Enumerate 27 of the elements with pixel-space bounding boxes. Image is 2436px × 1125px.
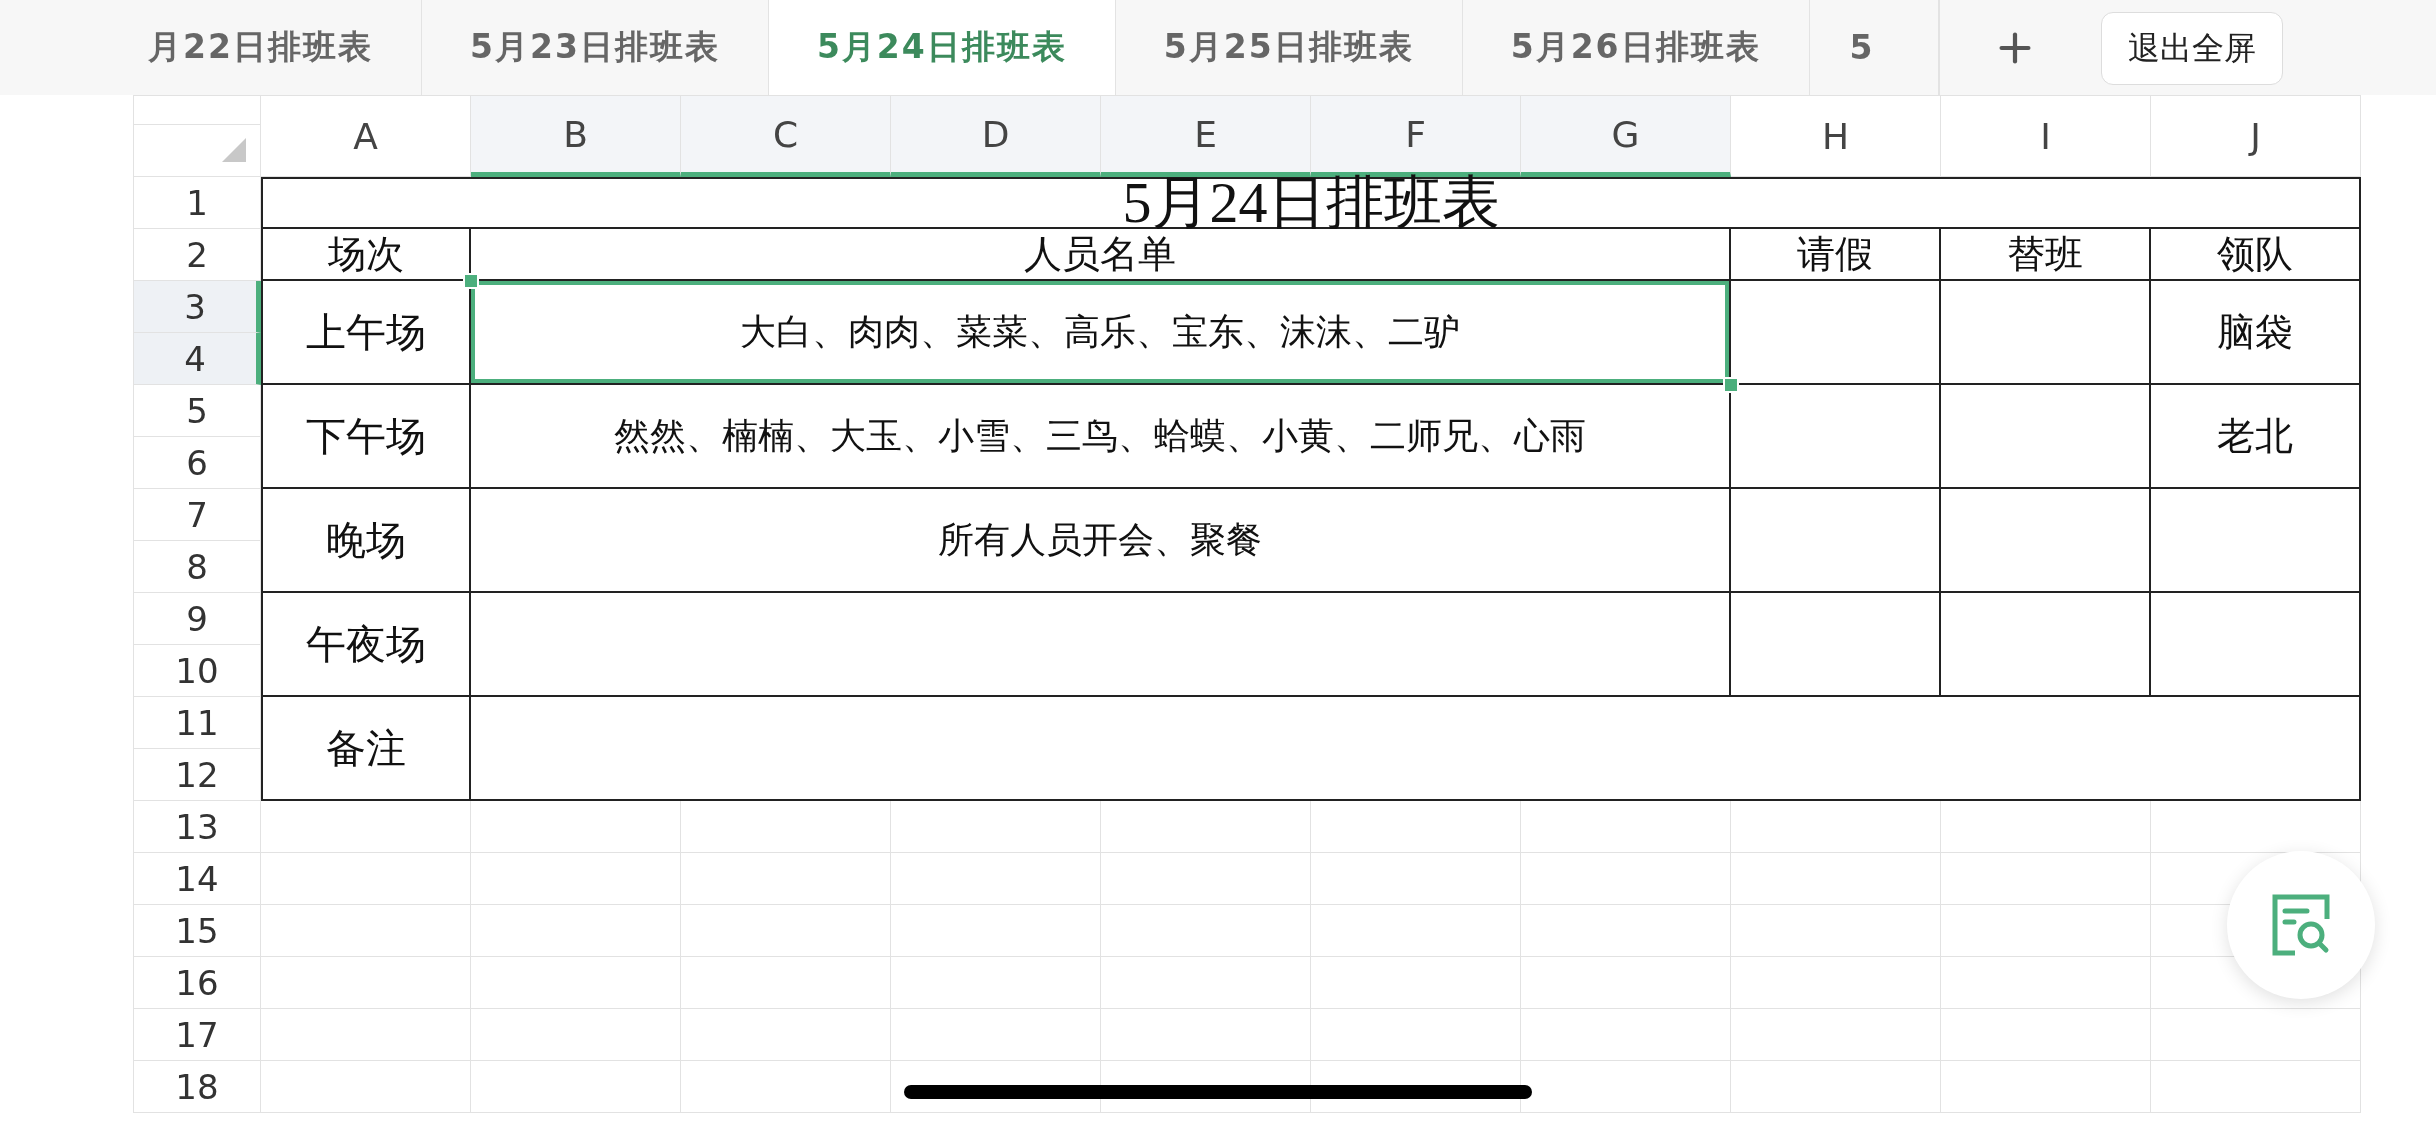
note-label-cell: 备注 <box>261 697 471 801</box>
sheet-tab[interactable]: 5月24日排班表 <box>768 0 1116 95</box>
exit-fullscreen-button[interactable]: 退出全屏 <box>2101 12 2283 85</box>
session-cell: 上午场 <box>261 281 471 385</box>
session-cell: 下午场 <box>261 385 471 489</box>
leader-cell: 脑袋 <box>2151 281 2361 385</box>
column-header[interactable]: G <box>1521 95 1731 177</box>
staff-cell[interactable]: 然然、楠楠、大玉、小雪、三鸟、蛤蟆、小黄、二师兄、心雨 <box>471 385 1731 489</box>
column-header[interactable]: E <box>1101 95 1311 177</box>
selection-handle[interactable] <box>463 273 479 289</box>
staff-cell[interactable]: 大白、肉肉、菜菜、高乐、宝东、沫沫、二驴 <box>471 281 1731 385</box>
column-heading: 领队 <box>2151 229 2361 281</box>
session-cell: 晚场 <box>261 489 471 593</box>
column-heading: 请假 <box>1731 229 1941 281</box>
staff-cell[interactable]: 所有人员开会、聚餐 <box>471 489 1731 593</box>
column-heading: 替班 <box>1941 229 2151 281</box>
session-cell: 午夜场 <box>261 593 471 697</box>
column-heading: 场次 <box>261 229 471 281</box>
selection-handle[interactable] <box>1723 377 1739 393</box>
column-header[interactable]: B <box>471 95 681 177</box>
leader-cell: 老北 <box>2151 385 2361 489</box>
column-header[interactable]: C <box>681 95 891 177</box>
corner-triangle-icon <box>222 138 246 162</box>
column-header[interactable]: D <box>891 95 1101 177</box>
row-header[interactable]: 3 <box>133 281 261 333</box>
row-header[interactable]: 4 <box>133 333 261 385</box>
select-all-corner[interactable] <box>133 95 261 177</box>
